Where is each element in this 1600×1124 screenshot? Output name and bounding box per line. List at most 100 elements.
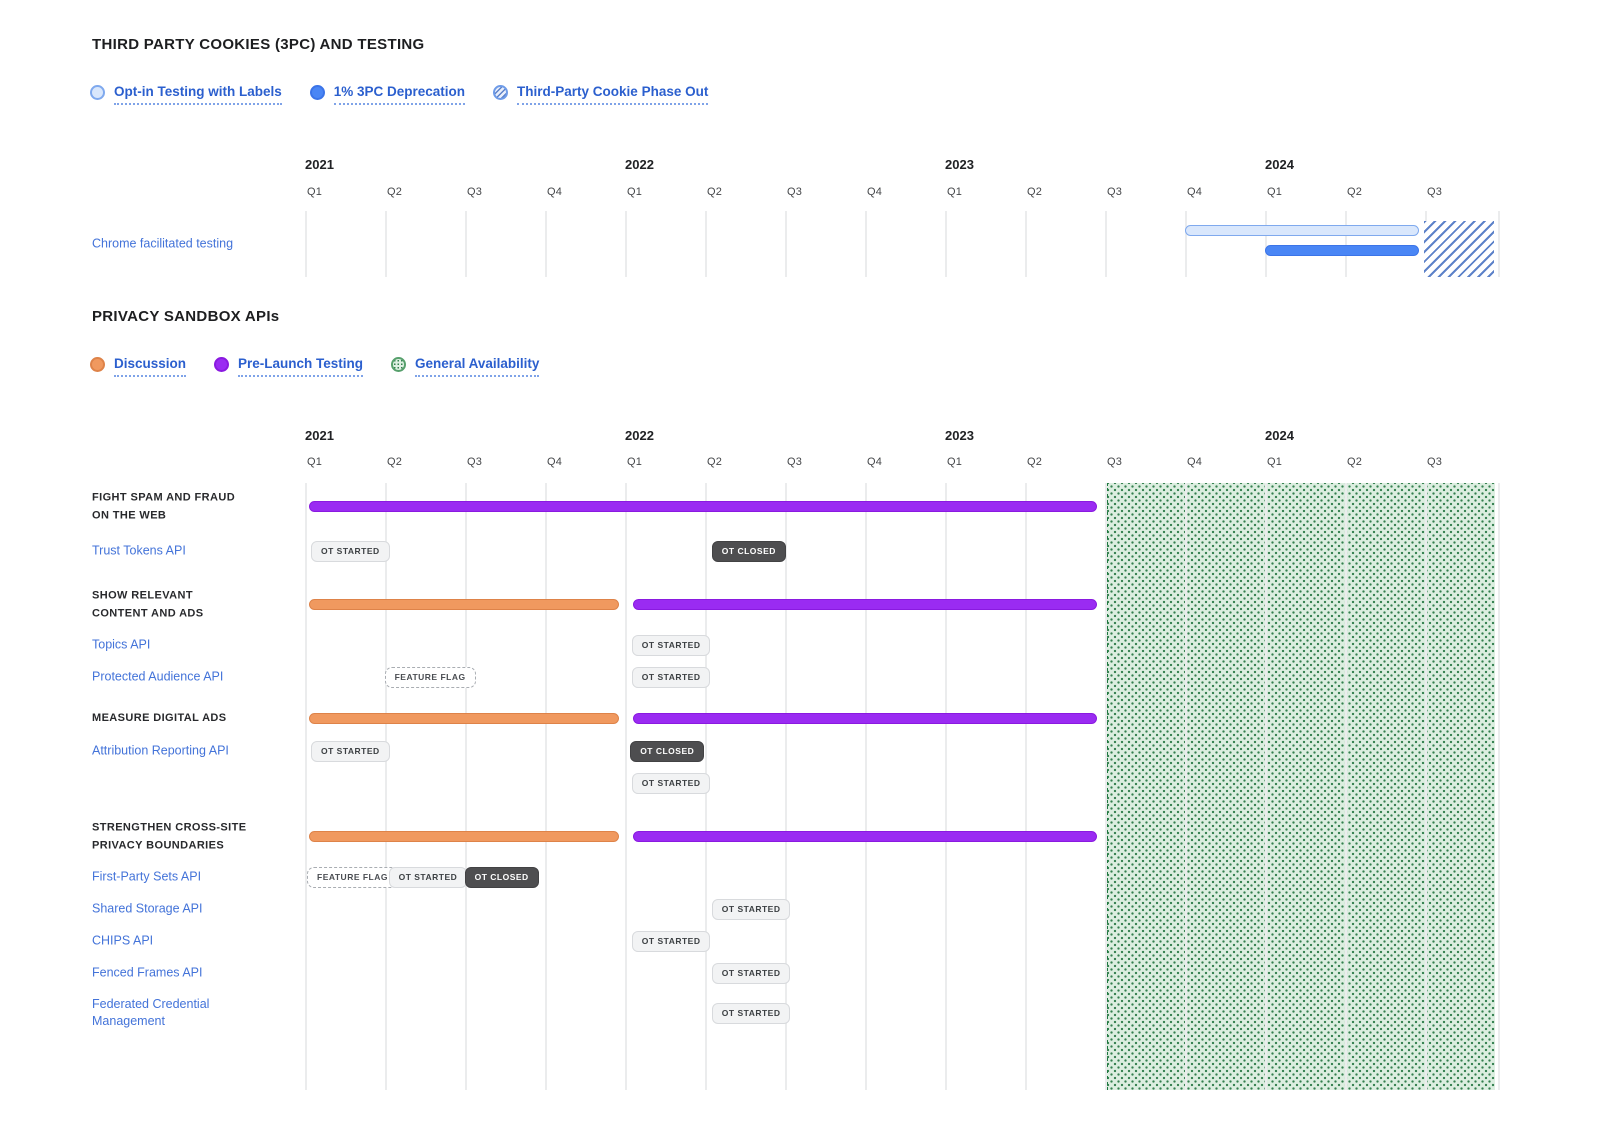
- year-label: 2021: [305, 157, 334, 172]
- legend-label: Opt-in Testing with Labels: [114, 84, 282, 105]
- phase-out-region: [1424, 221, 1494, 277]
- quarter-label: Q4: [547, 186, 562, 198]
- privacy-sandbox-timeline-page: THIRD PARTY COOKIES (3PC) AND TESTING Op…: [0, 0, 1600, 1124]
- gridline: [1265, 483, 1267, 1090]
- quarter-label: Q3: [467, 456, 482, 468]
- row-label[interactable]: Trust Tokens API: [92, 543, 186, 560]
- quarter-label: Q4: [547, 456, 562, 468]
- gridline: [785, 483, 787, 1090]
- row-label[interactable]: Topics API: [92, 637, 150, 654]
- gridline: [945, 483, 947, 1090]
- quarter-label: Q2: [387, 456, 402, 468]
- gridline: [1105, 483, 1107, 1090]
- gridline: [865, 483, 867, 1090]
- badge-ot-started: OT STARTED: [311, 541, 390, 562]
- ga-swatch-icon: [391, 357, 406, 372]
- row-label: SHOW RELEVANT CONTENT AND ADS: [92, 587, 204, 622]
- row-label: STRENGTHEN CROSS-SITE PRIVACY BOUNDARIES: [92, 819, 246, 854]
- quarter-label: Q4: [1187, 456, 1202, 468]
- badge-feature-flag: FEATURE FLAG: [307, 867, 398, 888]
- gridline: [1425, 483, 1427, 1090]
- legend-item-optin[interactable]: Opt-in Testing with Labels: [90, 84, 282, 105]
- chart-third-party-cookies: 2021Q1Q2Q3Q42022Q1Q2Q3Q42023Q1Q2Q3Q42024…: [92, 149, 1592, 299]
- badge-ot-closed: OT CLOSED: [712, 541, 786, 562]
- badge-ot-started: OT STARTED: [632, 773, 711, 794]
- bar-prelaunch: [633, 599, 1097, 610]
- row-label[interactable]: CHIPS API: [92, 933, 153, 950]
- bar-discussion: [309, 831, 619, 842]
- quarter-label: Q3: [1427, 186, 1442, 198]
- badge-ot-closed: OT CLOSED: [465, 867, 539, 888]
- quarter-label: Q1: [627, 456, 642, 468]
- quarter-label: Q3: [467, 186, 482, 198]
- bar-prelaunch: [633, 831, 1097, 842]
- bar-prelaunch: [309, 501, 1097, 512]
- gridline: [1265, 211, 1267, 277]
- legend-label: 1% 3PC Deprecation: [334, 84, 465, 105]
- bar-optin: [1185, 225, 1419, 236]
- legend-label: Pre-Launch Testing: [238, 356, 363, 377]
- quarter-label: Q4: [867, 456, 882, 468]
- gridline: [1105, 211, 1107, 277]
- quarter-label: Q3: [787, 456, 802, 468]
- year-label: 2023: [945, 428, 974, 443]
- quarter-label: Q1: [307, 186, 322, 198]
- legend-item-prelaunch[interactable]: Pre-Launch Testing: [214, 356, 363, 377]
- gridline: [385, 483, 387, 1090]
- quarter-label: Q3: [1107, 456, 1122, 468]
- row-label[interactable]: Federated Credential Management: [92, 996, 209, 1030]
- optin-swatch-icon: [90, 85, 105, 100]
- legend-item-ga[interactable]: General Availability: [391, 356, 539, 377]
- gridline: [705, 211, 707, 277]
- gridline: [465, 483, 467, 1090]
- legend-item-phaseout[interactable]: Third-Party Cookie Phase Out: [493, 84, 708, 105]
- quarter-label: Q1: [947, 456, 962, 468]
- gridline: [625, 211, 627, 277]
- quarter-label: Q3: [1107, 186, 1122, 198]
- prelaunch-swatch-icon: [214, 357, 229, 372]
- row-label[interactable]: Fenced Frames API: [92, 965, 202, 982]
- row-label[interactable]: Protected Audience API: [92, 669, 223, 686]
- gridline: [1498, 211, 1500, 277]
- quarter-label: Q3: [787, 186, 802, 198]
- legend-item-deprecation[interactable]: 1% 3PC Deprecation: [310, 84, 465, 105]
- gridline: [1025, 483, 1027, 1090]
- badge-ot-started: OT STARTED: [712, 963, 791, 984]
- gridline: [1498, 483, 1500, 1090]
- quarter-label: Q1: [947, 186, 962, 198]
- gridline: [305, 211, 307, 277]
- gridline: [625, 483, 627, 1090]
- row-label: FIGHT SPAM AND FRAUD ON THE WEB: [92, 489, 235, 524]
- phaseout-swatch-icon: [493, 85, 508, 100]
- quarter-label: Q4: [867, 186, 882, 198]
- year-label: 2024: [1265, 157, 1294, 172]
- badge-ot-started: OT STARTED: [632, 931, 711, 952]
- row-label[interactable]: Chrome facilitated testing: [92, 235, 233, 252]
- badge-ot-started: OT STARTED: [389, 867, 468, 888]
- legend-label: Discussion: [114, 356, 186, 377]
- badge-ot-started: OT STARTED: [632, 667, 711, 688]
- quarter-label: Q2: [1347, 456, 1362, 468]
- gridline: [1185, 211, 1187, 277]
- gridline: [1345, 483, 1347, 1090]
- quarter-label: Q1: [1267, 456, 1282, 468]
- legend-item-discussion[interactable]: Discussion: [90, 356, 186, 377]
- badge-ot-started: OT STARTED: [712, 899, 791, 920]
- quarter-label: Q2: [1027, 456, 1042, 468]
- row-label[interactable]: Shared Storage API: [92, 901, 203, 918]
- quarter-label: Q2: [387, 186, 402, 198]
- quarter-label: Q4: [1187, 186, 1202, 198]
- legend-privacy-sandbox-apis: Discussion Pre-Launch Testing General Avai…: [90, 356, 539, 377]
- bar-discussion: [309, 713, 619, 724]
- row-label[interactable]: Attribution Reporting API: [92, 743, 229, 760]
- legend-label: General Availability: [415, 356, 539, 377]
- section-title-privacy-sandbox-apis: PRIVACY SANDBOX APIs: [92, 308, 279, 325]
- general-availability-region: [1105, 483, 1495, 1090]
- badge-feature-flag: FEATURE FLAG: [385, 667, 476, 688]
- gridline: [865, 211, 867, 277]
- row-label[interactable]: First-Party Sets API: [92, 869, 201, 886]
- gridline: [385, 211, 387, 277]
- quarter-label: Q3: [1427, 456, 1442, 468]
- bar-discussion: [309, 599, 619, 610]
- badge-ot-closed: OT CLOSED: [630, 741, 704, 762]
